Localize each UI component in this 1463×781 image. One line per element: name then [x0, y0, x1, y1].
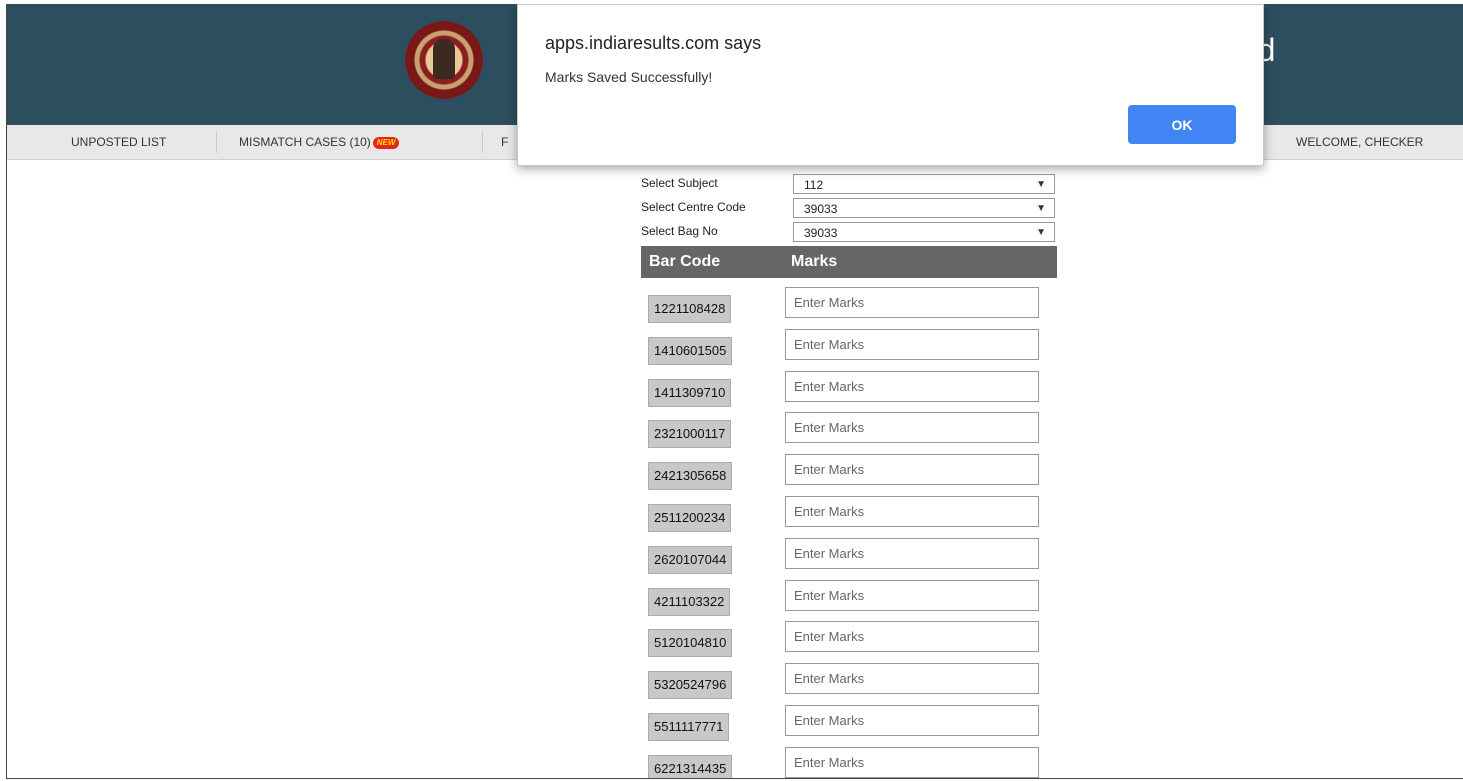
marks-input[interactable] [785, 705, 1039, 736]
nav-mismatch-label: MISMATCH CASES (10) [239, 135, 371, 149]
dropdown-arrow-icon: ▼ [1036, 179, 1046, 190]
marks-input[interactable] [785, 496, 1039, 527]
welcome-text: WELCOME, CHECKER [1296, 135, 1424, 149]
table-row: 1221108428 [641, 287, 1057, 329]
table-row: 5320524796 [641, 663, 1057, 705]
marks-input[interactable] [785, 663, 1039, 695]
barcode-value: 1221108428 [648, 295, 732, 323]
dropdown-arrow-icon: ▼ [1036, 203, 1046, 214]
alert-dialog: apps.indiaresults.com says Marks Saved S… [517, 4, 1264, 166]
table-row: 5511117771 [641, 705, 1057, 747]
marks-column-header: Marks [791, 253, 838, 270]
table-row: 1411309710 [641, 370, 1057, 413]
board-logo [405, 21, 483, 99]
nav-item-3[interactable]: F [501, 125, 508, 159]
barcode-value: 2511200234 [648, 504, 732, 532]
table-row: 2321000117 [641, 412, 1057, 454]
barcode-value: 1410601505 [648, 336, 733, 365]
ok-button[interactable]: OK [1128, 105, 1236, 144]
marks-input[interactable] [785, 621, 1039, 653]
new-badge: NEW [372, 136, 400, 149]
barcode-value: 5511117771 [648, 713, 730, 741]
centre-label: Select Centre Code [641, 200, 746, 214]
table-row: 4211103322 [641, 579, 1057, 622]
barcode-value: 4211103322 [648, 587, 731, 616]
bag-label: Select Bag No [641, 224, 718, 238]
marks-input[interactable] [785, 579, 1039, 611]
dropdown-arrow-icon: ▼ [1036, 227, 1046, 238]
barcode-value: 5320524796 [648, 671, 733, 700]
subject-value: 112 [804, 178, 824, 192]
bag-select[interactable]: 39033 ▼ [793, 222, 1055, 242]
marks-input[interactable] [785, 412, 1039, 444]
centre-select[interactable]: 39033 ▼ [793, 198, 1055, 218]
table-row: 6221314435 [641, 746, 1057, 778]
barcode-value: 2620107044 [648, 545, 733, 574]
nav-unposted-list[interactable]: UNPOSTED LIST [71, 125, 166, 159]
marks-input[interactable] [785, 328, 1039, 360]
table-row: 1410601505 [641, 328, 1057, 371]
marks-input[interactable] [785, 454, 1039, 486]
marks-input[interactable] [785, 287, 1039, 318]
dialog-title: apps.indiaresults.com says [545, 33, 762, 53]
table-row: 2620107044 [641, 537, 1057, 580]
subject-label: Select Subject [641, 176, 718, 190]
centre-value: 39033 [804, 202, 838, 216]
barcode-value: 2321000117 [648, 420, 732, 449]
barcode-value: 6221314435 [648, 754, 733, 778]
nav-mismatch-cases[interactable]: MISMATCH CASES (10) NEW [239, 125, 400, 159]
subject-select[interactable]: 112 ▼ [793, 174, 1055, 194]
marks-table-header: Bar Code Marks [641, 246, 1057, 278]
table-row: 2511200234 [641, 496, 1057, 538]
marks-input[interactable] [785, 537, 1039, 569]
marks-input[interactable] [785, 370, 1039, 402]
barcode-value: 1411309710 [648, 378, 732, 407]
dialog-message: Marks Saved Successfully! [545, 69, 713, 85]
barcode-value: 5120104810 [648, 629, 733, 658]
barcode-value: 2421305658 [648, 462, 733, 491]
table-row: 5120104810 [641, 621, 1057, 663]
bag-value: 39033 [804, 226, 838, 240]
barcode-column-header: Bar Code [649, 253, 721, 270]
browser-page: rd UNPOSTED LIST MISMATCH CASES (10)NEW … [6, 4, 1463, 779]
marks-input[interactable] [785, 746, 1039, 778]
table-row: 2421305658 [641, 454, 1057, 496]
